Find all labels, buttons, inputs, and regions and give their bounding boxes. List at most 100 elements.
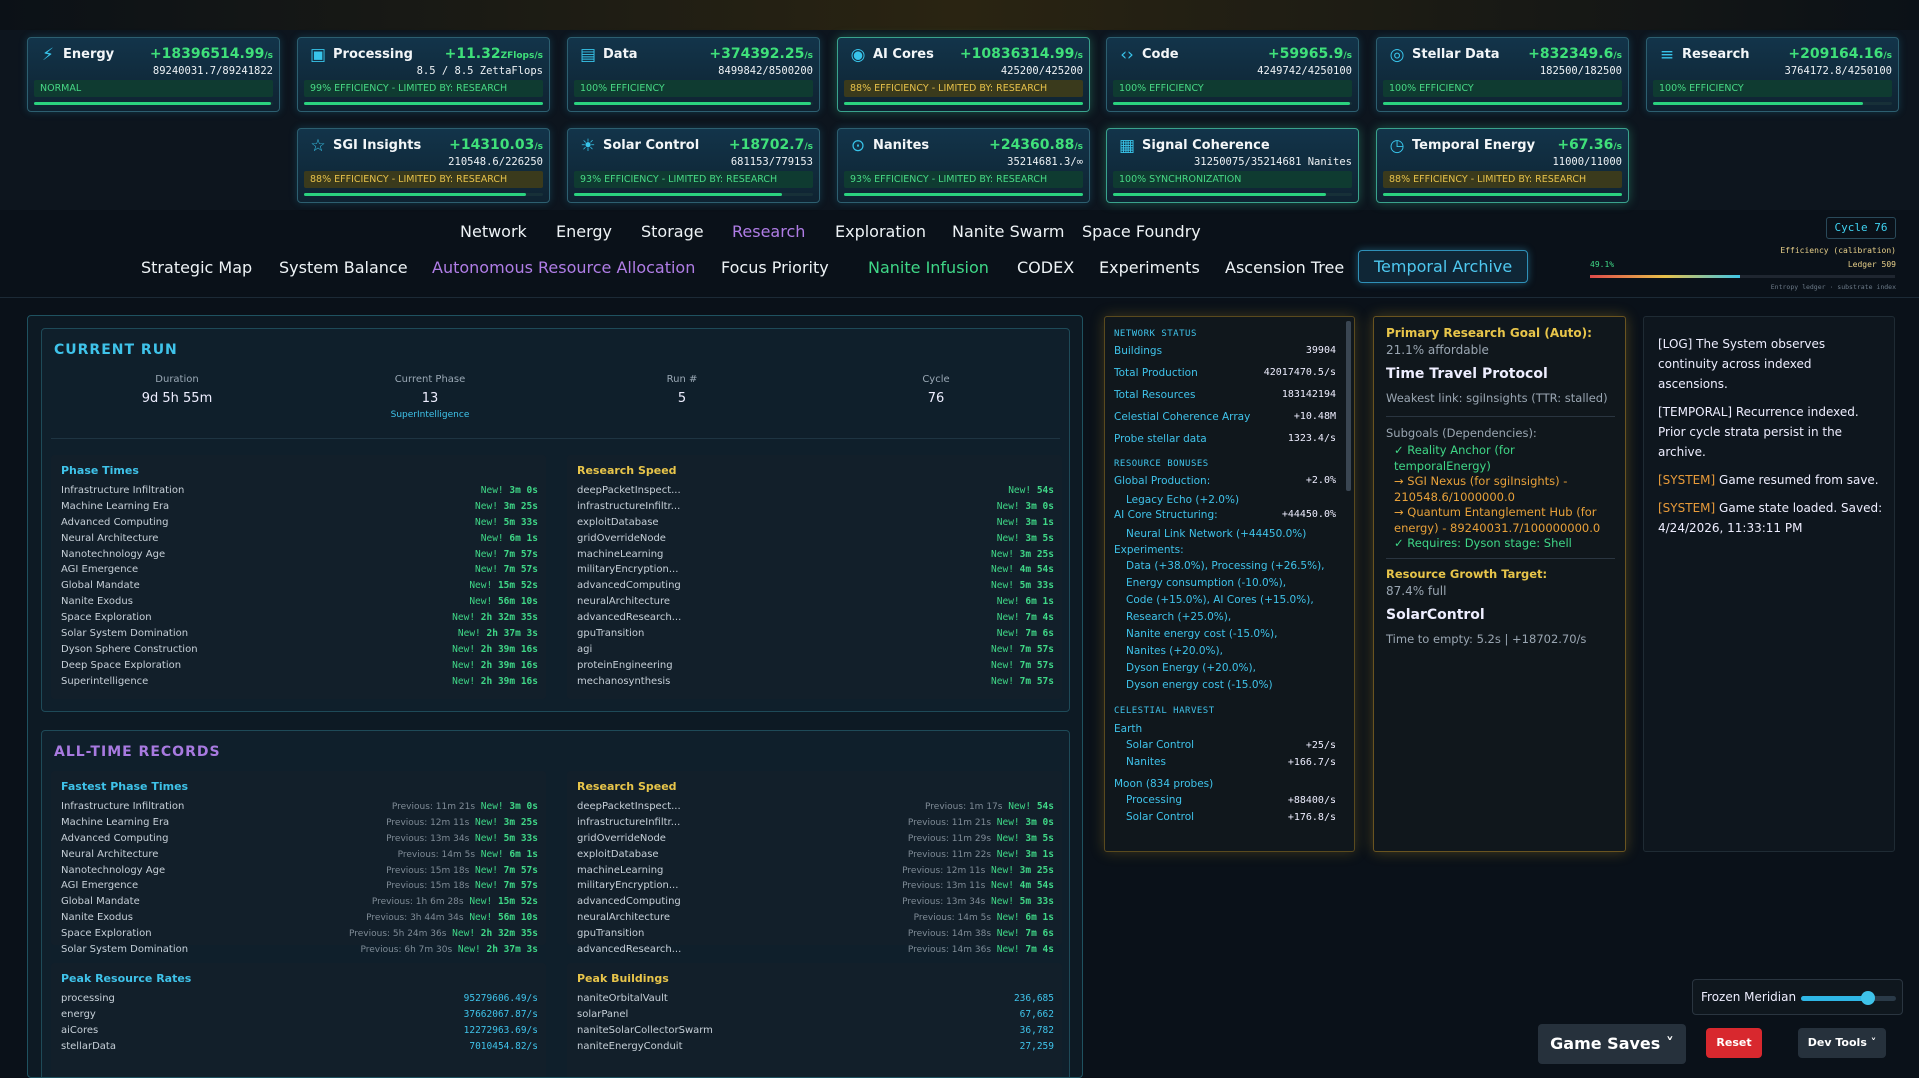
resource-card-code[interactable]: ‹› Code +59965.9/s 4249742/4250100 100% EFFI…: [1106, 37, 1359, 112]
resource-name: Code: [1142, 47, 1179, 62]
resource-card-stellar-data[interactable]: ◎ Stellar Data +832349.6/s 182500/182500 100…: [1376, 37, 1629, 112]
cycle-stat: Cycle 76: [836, 374, 1036, 406]
slider-handle[interactable]: [1860, 991, 1875, 1005]
time-value: 3m 25s: [1019, 548, 1054, 560]
item-name: advancedResearch...: [577, 944, 682, 956]
new-badge: New!: [991, 643, 1014, 655]
network-status-panel[interactable]: NETWORK STATUS Buildings 39904 Total Produc…: [1104, 316, 1355, 852]
dev-tools-button[interactable]: Dev Tools ˅: [1798, 1028, 1886, 1058]
stat-value: 1323.4/s: [1287, 433, 1336, 444]
item-name: Solar System Domination: [61, 628, 189, 640]
list-item: Nanotechnology Age New! 7m 57s: [61, 549, 538, 565]
entropy-footnote: Entropy ledger · substrate index: [1770, 283, 1896, 291]
list-item: naniteSolarCollectorSwarm 36,782: [577, 1025, 1054, 1041]
log-tag: [SYSTEM]: [1658, 501, 1716, 515]
peak-rates-box: Peak Resource Rates processing 95279606.4…: [51, 963, 546, 1077]
new-badge: New!: [991, 675, 1014, 687]
network-scrollbar[interactable]: [1346, 321, 1351, 491]
list-item: gridOverrideNode Previous: 11m 29s New! 3…: [577, 833, 1054, 849]
nav-subtab-system-balance[interactable]: System Balance: [279, 258, 408, 277]
resource-card-processing[interactable]: ▣ Processing +11.32ZFlops/s 8.5 / 8.5 Zetta…: [297, 37, 550, 112]
nav-subtab-autonomous-resource-allocation[interactable]: Autonomous Resource Allocation: [432, 258, 695, 277]
log-entry: [SYSTEM] Game state loaded. Saved: 4/24/…: [1658, 498, 1884, 538]
time-value: 7m 6s: [1025, 928, 1054, 940]
item-time: Previous: 11m 29s New! 3m 5s: [908, 833, 1054, 844]
resource-status: NORMAL: [34, 80, 273, 97]
frozen-meridian-slider[interactable]: [1801, 991, 1896, 1005]
nav-tab-network[interactable]: Network: [460, 222, 527, 241]
phase-times-box: Phase Times Infrastructure Infiltration N…: [51, 455, 546, 699]
run-stat: Run # 5: [582, 374, 782, 406]
item-name: advancedComputing: [577, 580, 681, 592]
resource-cards: ⚡ Energy +18396514.99/s 89240031.7/89241822…: [0, 30, 1919, 210]
rate-value: +10836314.99: [959, 46, 1075, 62]
nav-subtab-temporal-archive[interactable]: Temporal Archive: [1358, 250, 1529, 283]
harvest-label: Solar Control: [1126, 811, 1195, 823]
experiment-item: Data (+38.0%), Processing (+26.5%),: [1126, 560, 1325, 572]
game-saves-button[interactable]: Game Saves ˅: [1538, 1024, 1686, 1064]
resource-card-nanites[interactable]: ⊙ Nanites +24360.88/s 35214681.3/∞ 93% EFFIC…: [837, 128, 1090, 203]
time-value: 3m 25s: [503, 500, 538, 512]
resource-card-solar-control[interactable]: ☀ Solar Control +18702.7/s 681153/779153 93%…: [567, 128, 820, 203]
nav-tab-energy[interactable]: Energy: [556, 222, 612, 241]
phase-times-list: Infrastructure Infiltration New! 3m 0s Mac…: [61, 485, 538, 692]
nav-subtab-strategic-map[interactable]: Strategic Map: [141, 258, 252, 277]
resource-status: 88% EFFICIENCY - LIMITED BY: RESEARCH: [844, 80, 1083, 97]
stat-label: Buildings: [1114, 345, 1163, 357]
resource-card-sgi-insights[interactable]: ☆ SGI Insights +14310.03/s 210548.6/226250 8…: [297, 128, 550, 203]
time-value: 3m 5s: [1025, 532, 1054, 544]
nav-tab-space-foundry[interactable]: Space Foundry: [1082, 222, 1201, 241]
item-time: New! 7m 57s: [475, 564, 538, 575]
nav-subtab-ascension-tree[interactable]: Ascension Tree: [1225, 258, 1344, 277]
time-value: 2h 32m 35s: [480, 612, 538, 624]
nav-tab-nanite-swarm[interactable]: Nanite Swarm: [952, 222, 1065, 241]
resource-card-ai-cores[interactable]: ◉ AI Cores +10836314.99/s 425200/425200 88% …: [837, 37, 1090, 112]
resource-status: 93% EFFICIENCY - LIMITED BY: RESEARCH: [574, 171, 813, 188]
fastest-phase-box: Fastest Phase Times Infrastructure Infil…: [51, 771, 546, 955]
nav-tab-exploration[interactable]: Exploration: [835, 222, 926, 241]
item-value: 67,662: [1019, 1008, 1054, 1020]
previous-time: Previous: 11m 21s: [907, 817, 992, 828]
celestial-harvest-title: CELESTIAL HARVEST: [1114, 706, 1215, 716]
resource-card-temporal-energy[interactable]: ◷ Temporal Energy +67.36/s 11000/11000 88% E…: [1376, 128, 1629, 203]
item-name: proteinEngineering: [577, 659, 673, 671]
list-item: Infrastructure Infiltration Previous: 11m…: [61, 801, 538, 817]
reset-button[interactable]: Reset: [1706, 1028, 1762, 1058]
frozen-meridian-label: Frozen Meridian: [1701, 990, 1797, 1004]
item-time: New! 2h 39m 16s: [452, 676, 538, 687]
nav-subtab-experiments[interactable]: Experiments: [1099, 258, 1200, 277]
efficiency-label: Efficiency (calibration): [1780, 246, 1896, 255]
nav-tab-research[interactable]: Research: [732, 222, 805, 241]
previous-time: Previous: 5h 24m 36s: [348, 929, 447, 940]
list-item: infrastructureInfiltr... New! 3m 0s: [577, 501, 1054, 517]
item-name: deepPacketInspect...: [577, 485, 681, 496]
network-stat-row: Probe stellar data 1323.4/s: [1114, 433, 1336, 455]
new-badge: New!: [996, 612, 1020, 624]
nav-subtab-nanite-infusion[interactable]: Nanite Infusion: [868, 258, 989, 277]
resource-card-signal-coherence[interactable]: ▦ Signal Coherence 31250075/35214681 Nanit…: [1106, 128, 1359, 203]
item-time: New! 7m 4s: [997, 612, 1054, 623]
nav-subtab-codex[interactable]: CODEX: [1017, 258, 1074, 277]
item-value: 95279606.49/s: [463, 993, 538, 1004]
resource-status: 100% SYNCHRONIZATION: [1113, 171, 1352, 188]
item-name: Deep Space Exploration: [61, 659, 182, 671]
harvest-value: +166.7/s: [1287, 757, 1336, 768]
experiment-item: Nanite energy cost (-15.0%),: [1126, 628, 1278, 640]
nav-subtab-focus-priority[interactable]: Focus Priority: [721, 258, 829, 277]
rate-value: +374392.25: [709, 46, 805, 62]
time-value: 3m 0s: [1025, 816, 1054, 828]
log-text: Game resumed from save.: [1715, 473, 1879, 487]
secondary-nav: Strategic Map System Balance Autonomous Re…: [0, 250, 1580, 298]
nav-tab-storage[interactable]: Storage: [641, 222, 704, 241]
network-stat-row: Total Production 42017470.5/s: [1114, 367, 1336, 389]
resource-card-research[interactable]: ≡ Research +209164.16/s 3764172.8/4250100 10…: [1646, 37, 1899, 112]
resource-card-data[interactable]: ▤ Data +374392.25/s 8499842/8500200 100% EFF…: [567, 37, 820, 112]
new-badge: New!: [475, 880, 498, 892]
resource-card-energy[interactable]: ⚡ Energy +18396514.99/s 89240031.7/89241822…: [27, 37, 280, 112]
item-name: Advanced Computing: [61, 832, 169, 844]
item-time: New! 3m 25s: [475, 501, 538, 512]
resource-rate: +209164.16/s: [1788, 46, 1892, 62]
resource-rate: +18702.7/s: [729, 137, 813, 153]
resource-rate: +18396514.99/s: [150, 46, 273, 62]
list-item: Space Exploration New! 2h 32m 35s: [61, 612, 538, 628]
